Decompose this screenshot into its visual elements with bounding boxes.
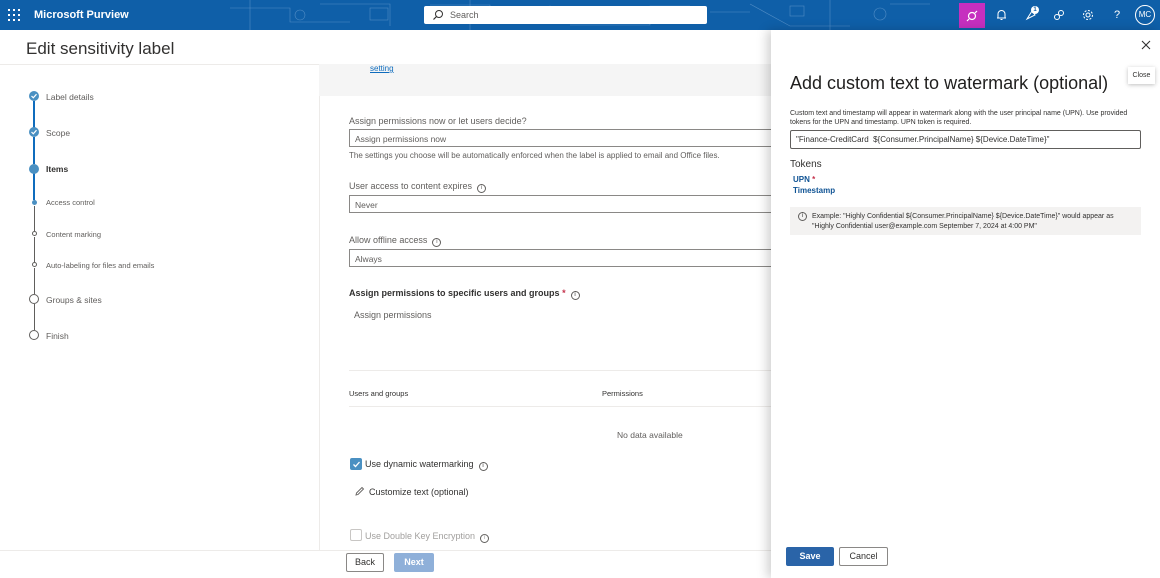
double-key-checkbox[interactable] [350, 529, 362, 541]
substep-pending-icon [31, 231, 37, 236]
substep-pending-icon [31, 262, 37, 267]
column-header-permissions: Permissions [602, 389, 643, 398]
step-scope[interactable]: Scope [46, 128, 70, 138]
step-connector [33, 237, 35, 262]
page-title: Edit sensitivity label [26, 39, 175, 58]
required-mark: * [812, 175, 816, 184]
dynamic-watermark-row: Use dynamic watermarking i [365, 459, 488, 471]
copilot-icon [966, 10, 978, 21]
watermark-text-input[interactable]: "Finance-CreditCard ${Consumer.Principal… [790, 130, 1141, 149]
offline-dropdown[interactable]: Always [349, 249, 771, 267]
next-button[interactable]: Next [394, 553, 434, 572]
step-connector [33, 206, 35, 231]
info-icon[interactable]: i [480, 534, 490, 543]
top-bar: Microsoft Purview Search 1 ? MC [0, 0, 1160, 30]
info-icon: i [798, 212, 807, 221]
step-connector [33, 173, 35, 200]
gear-icon [1083, 10, 1093, 20]
expire-label-row: User access to content expires i [349, 181, 487, 193]
settings-button[interactable] [1079, 6, 1097, 24]
substep-content-marking[interactable]: Content marking [46, 230, 101, 239]
customize-text-button[interactable]: Customize text (optional) [354, 486, 469, 497]
token-upn-label: UPN [793, 175, 810, 184]
back-button[interactable]: Back [346, 553, 384, 572]
setting-link[interactable]: setting [370, 64, 394, 73]
previous-setting-box: setting [319, 64, 771, 96]
info-icon[interactable]: i [570, 291, 580, 300]
step-done-icon [29, 91, 39, 101]
step-pending-icon [29, 330, 39, 340]
assign-permissions-dropdown[interactable]: Assign permissions now [349, 129, 771, 147]
double-key-label: Use Double Key Encryption [365, 531, 476, 541]
link-icon [1054, 10, 1064, 20]
pencil-icon [355, 486, 365, 496]
step-items[interactable]: Items [46, 164, 68, 174]
assign-permissions-label: Assign permissions now or let users deci… [349, 116, 527, 126]
offline-label-row: Allow offline access i [349, 235, 442, 247]
panel-title: Add custom text to watermark (optional) [790, 73, 1109, 93]
step-connector [33, 101, 35, 128]
required-mark: * [562, 288, 566, 298]
dynamic-watermark-label: Use dynamic watermarking [365, 459, 474, 469]
avatar[interactable]: MC [1135, 5, 1155, 25]
checkmark-icon [353, 461, 360, 468]
close-tooltip: Close [1128, 67, 1155, 84]
bell-icon [996, 10, 1006, 20]
step-connector [33, 137, 35, 164]
step-pending-icon [29, 294, 39, 304]
info-icon[interactable]: i [432, 238, 442, 247]
app-brand[interactable]: Microsoft Purview [34, 9, 129, 21]
connections-button[interactable] [1050, 6, 1068, 24]
customize-text-label: Customize text (optional) [369, 487, 469, 497]
step-done-icon [29, 127, 39, 137]
specific-users-label-row: Assign permissions to specific users and… [349, 288, 580, 300]
tokens-heading: Tokens [790, 159, 822, 170]
dynamic-watermark-checkbox[interactable] [350, 458, 362, 470]
notification-badge: 1 [1031, 6, 1039, 14]
example-text: Example: "Highly Confidential ${Consumer… [812, 213, 1114, 230]
search-placeholder: Search [450, 10, 479, 20]
info-icon[interactable]: i [477, 184, 487, 193]
save-button[interactable]: Save [786, 547, 834, 566]
copilot-button[interactable] [959, 3, 985, 28]
step-label-details[interactable]: Label details [46, 92, 94, 102]
no-data-text: No data available [617, 430, 683, 440]
token-upn[interactable]: UPN * [793, 175, 815, 184]
expire-label: User access to content expires [349, 181, 473, 191]
table-top-divider [349, 370, 771, 371]
step-connector [33, 304, 35, 330]
substep-access-control[interactable]: Access control [46, 198, 95, 207]
double-key-row: Use Double Key Encryption i [365, 531, 490, 543]
close-icon[interactable] [1140, 39, 1152, 51]
info-icon[interactable]: i [478, 462, 488, 471]
search-icon [433, 10, 443, 20]
custom-text-panel: Close Add custom text to watermark (opti… [771, 30, 1160, 578]
expire-dropdown[interactable]: Never [349, 195, 771, 213]
panel-description: Custom text and timestamp will appear in… [790, 110, 1128, 126]
assign-permissions-help: The settings you choose will be automati… [349, 151, 720, 160]
help-icon[interactable]: ? [1108, 6, 1126, 24]
table-header-divider [349, 406, 771, 407]
example-info-box: i Example: "Highly Confidential ${Consum… [790, 207, 1141, 235]
column-header-users-groups: Users and groups [349, 389, 409, 398]
step-groups-sites[interactable]: Groups & sites [46, 295, 102, 305]
substep-auto-labeling[interactable]: Auto-labeling for files and emails [46, 261, 154, 270]
cancel-button[interactable]: Cancel [839, 547, 888, 566]
step-connector [33, 268, 35, 294]
footer-divider [0, 550, 771, 551]
step-current-icon [29, 164, 39, 174]
token-timestamp[interactable]: Timestamp [793, 186, 835, 195]
stepper-divider [319, 64, 320, 550]
offline-label: Allow offline access [349, 235, 428, 245]
specific-users-label: Assign permissions to specific users and… [349, 288, 560, 298]
app-launcher-icon[interactable] [8, 9, 20, 21]
step-finish[interactable]: Finish [46, 331, 69, 341]
search-box[interactable]: Search [424, 6, 707, 24]
substep-current-icon [31, 200, 37, 205]
notifications-button[interactable] [992, 6, 1010, 24]
assign-permissions-link[interactable]: Assign permissions [354, 310, 432, 320]
